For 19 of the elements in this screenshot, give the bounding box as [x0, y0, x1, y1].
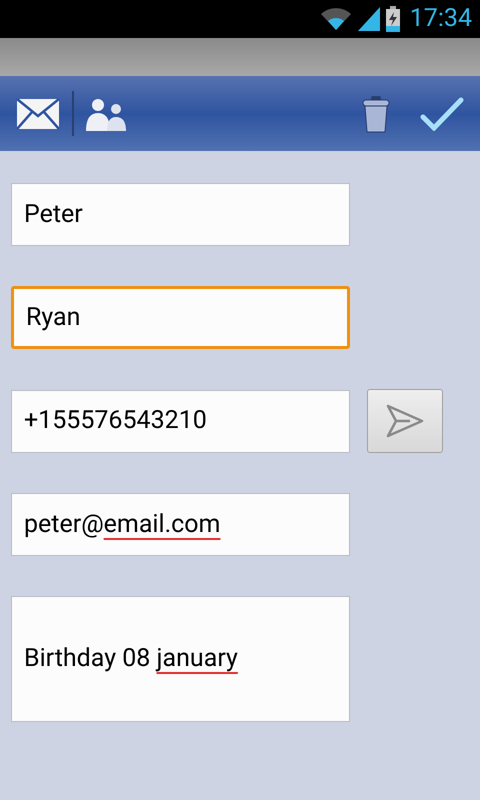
input-field[interactable]: +155576543210: [11, 390, 350, 452]
clock: 17:34: [410, 3, 472, 36]
trash-icon: [362, 94, 390, 132]
wifi-icon: [320, 7, 352, 31]
send-button[interactable]: [367, 389, 443, 453]
people-icon: [86, 96, 126, 130]
delete-button[interactable]: [362, 94, 390, 132]
battery-icon: [386, 6, 400, 32]
check-icon: [420, 96, 464, 130]
mail-button[interactable]: [16, 98, 60, 130]
envelope-icon: [16, 98, 60, 130]
input-field[interactable]: Peter: [11, 183, 350, 246]
done-button[interactable]: [420, 96, 464, 130]
signal-icon: [358, 7, 380, 31]
send-icon: [386, 404, 424, 438]
input-field[interactable]: Ryan: [11, 286, 350, 349]
input-field[interactable]: Birthday 08 january: [11, 596, 350, 722]
contacts-button[interactable]: [86, 96, 126, 130]
input-field[interactable]: peter@email.com: [11, 493, 350, 556]
